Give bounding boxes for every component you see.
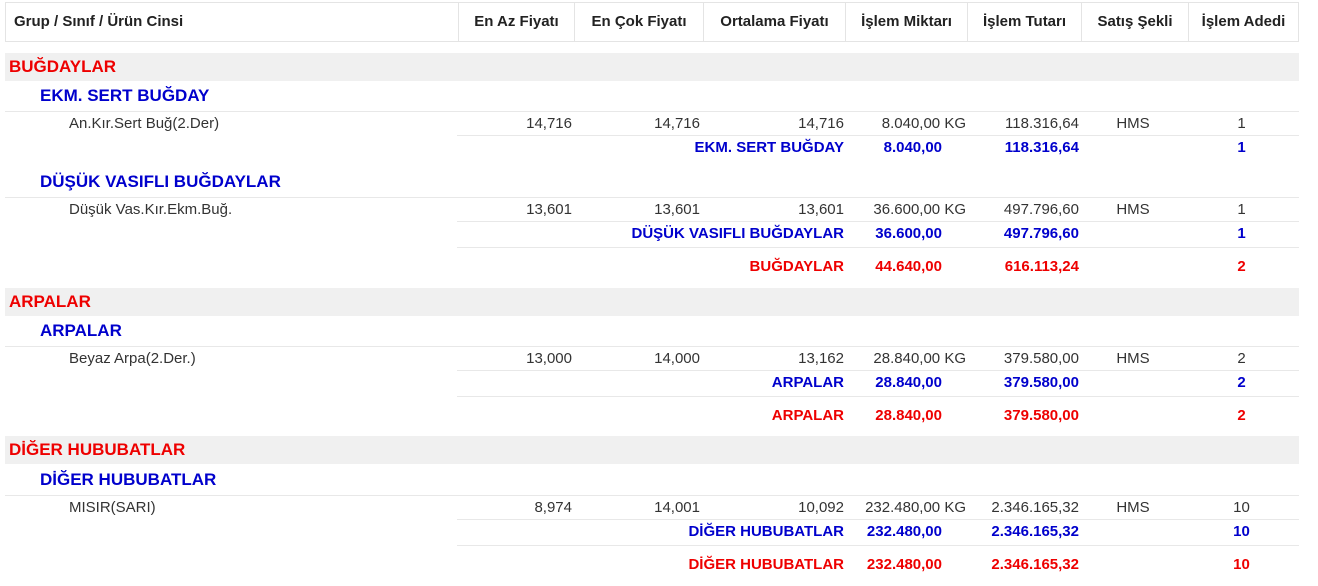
trade-quantity: 36.600,00 KG (873, 201, 966, 218)
trade-amount: 497.796,60 (1003, 201, 1079, 218)
group-row: ARPALAR (5, 288, 1299, 316)
row-divider (457, 396, 1299, 397)
col-header-max-price: En Çok Fiyatı (574, 3, 703, 41)
group-total-quantity: 44.640,00 (875, 258, 942, 275)
sale-type: HMS (1116, 115, 1150, 132)
row-divider (457, 545, 1299, 546)
trade-count: 10 (1233, 499, 1250, 516)
subtotal-quantity: 232.480,00 (866, 523, 942, 540)
min-price: 13,601 (526, 201, 572, 218)
row-divider (5, 111, 1299, 112)
subtotal-count: 10 (1233, 523, 1250, 540)
subtotal-quantity: 28.840,00 (875, 374, 942, 391)
trade-amount: 379.580,00 (1003, 350, 1079, 367)
subtotal-count: 1 (1237, 225, 1246, 242)
subtotal-count: 1 (1237, 139, 1246, 156)
row-divider (457, 519, 1299, 520)
min-price: 14,716 (526, 115, 572, 132)
row-divider (457, 221, 1299, 222)
product-name: Düşük Vas.Kır.Ekm.Buğ. (69, 201, 233, 218)
col-header-quantity: İşlem Miktarı (845, 3, 967, 41)
subtotal-label: EKM. SERT BUĞDAY (694, 139, 844, 156)
subtotal-count: 2 (1237, 374, 1246, 391)
group-total-label: BUĞDAYLAR (749, 258, 844, 275)
subtotal-amount: 2.346.165,32 (991, 523, 1079, 540)
table-header: Grup / Sınıf / Ürün Cinsi En Az Fiyatı E… (5, 2, 1299, 42)
group-title: DİĞER HUBUBATLAR (9, 440, 186, 459)
row-divider (5, 495, 1299, 496)
group-total-quantity: 28.840,00 (875, 407, 942, 424)
trade-quantity: 232.480,00 KG (865, 499, 966, 516)
col-header-group: Grup / Sınıf / Ürün Cinsi (14, 13, 184, 30)
subgroup-title: EKM. SERT BUĞDAY (40, 86, 210, 105)
subtotal-quantity: 36.600,00 (875, 225, 942, 242)
group-total-amount: 379.580,00 (1003, 407, 1079, 424)
row-divider (457, 247, 1299, 248)
subtotal-amount: 379.580,00 (1003, 374, 1079, 391)
max-price: 14,716 (654, 115, 700, 132)
group-row: BUĞDAYLAR (5, 53, 1299, 81)
product-name: MISIR(SARI) (69, 499, 156, 516)
product-name: An.Kır.Sert Buğ(2.Der) (69, 115, 220, 132)
trade-amount: 2.346.165,32 (991, 499, 1079, 516)
max-price: 14,000 (654, 350, 700, 367)
group-row: DİĞER HUBUBATLAR (5, 436, 1299, 464)
col-header-trade-count: İşlem Adedi (1188, 3, 1298, 41)
avg-price: 13,162 (798, 350, 844, 367)
group-total-count: 2 (1237, 258, 1246, 275)
min-price: 8,974 (534, 499, 572, 516)
subtotal-amount: 118.316,64 (1004, 139, 1079, 156)
group-total-label: ARPALAR (771, 407, 844, 424)
avg-price: 14,716 (798, 115, 844, 132)
avg-price: 13,601 (798, 201, 844, 218)
col-header-amount: İşlem Tutarı (967, 3, 1081, 41)
group-total-count: 2 (1237, 407, 1246, 424)
subgroup-title: DÜŞÜK VASIFLI BUĞDAYLAR (40, 172, 281, 191)
group-total-label: DİĞER HUBUBATLAR (688, 556, 844, 573)
subtotal-label: DÜŞÜK VASIFLI BUĞDAYLAR (631, 225, 844, 242)
subtotal-label: DİĞER HUBUBATLAR (688, 523, 844, 540)
trade-count: 2 (1237, 350, 1246, 367)
market-price-table: Grup / Sınıf / Ürün Cinsi En Az Fiyatı E… (0, 0, 1318, 586)
group-total-amount: 2.346.165,32 (991, 556, 1079, 573)
group-total-amount: 616.113,24 (1004, 258, 1079, 275)
subtotal-amount: 497.796,60 (1003, 225, 1079, 242)
trade-count: 1 (1237, 115, 1246, 132)
max-price: 13,601 (654, 201, 700, 218)
trade-count: 1 (1237, 201, 1246, 218)
col-header-avg-price: Ortalama Fiyatı (703, 3, 845, 41)
subgroup-title: DİĞER HUBUBATLAR (40, 470, 217, 489)
group-title: ARPALAR (9, 292, 91, 311)
group-total-count: 10 (1233, 556, 1250, 573)
sale-type: HMS (1116, 201, 1150, 218)
row-divider (457, 135, 1299, 136)
subtotal-quantity: 8.040,00 (883, 139, 942, 156)
col-header-min-price: En Az Fiyatı (458, 3, 574, 41)
subgroup-title: ARPALAR (40, 321, 122, 340)
max-price: 14,001 (654, 499, 700, 516)
row-divider (5, 197, 1299, 198)
trade-amount: 118.316,64 (1005, 115, 1079, 132)
product-name: Beyaz Arpa(2.Der.) (69, 350, 196, 367)
row-divider (5, 346, 1299, 347)
col-header-sale-type: Satış Şekli (1081, 3, 1188, 41)
sale-type: HMS (1116, 350, 1150, 367)
row-divider (457, 370, 1299, 371)
sale-type: HMS (1116, 499, 1150, 516)
group-total-quantity: 232.480,00 (866, 556, 942, 573)
trade-quantity: 8.040,00 KG (881, 115, 966, 132)
min-price: 13,000 (526, 350, 572, 367)
avg-price: 10,092 (798, 499, 844, 516)
group-title: BUĞDAYLAR (9, 57, 117, 76)
subtotal-label: ARPALAR (771, 374, 844, 391)
trade-quantity: 28.840,00 KG (873, 350, 966, 367)
